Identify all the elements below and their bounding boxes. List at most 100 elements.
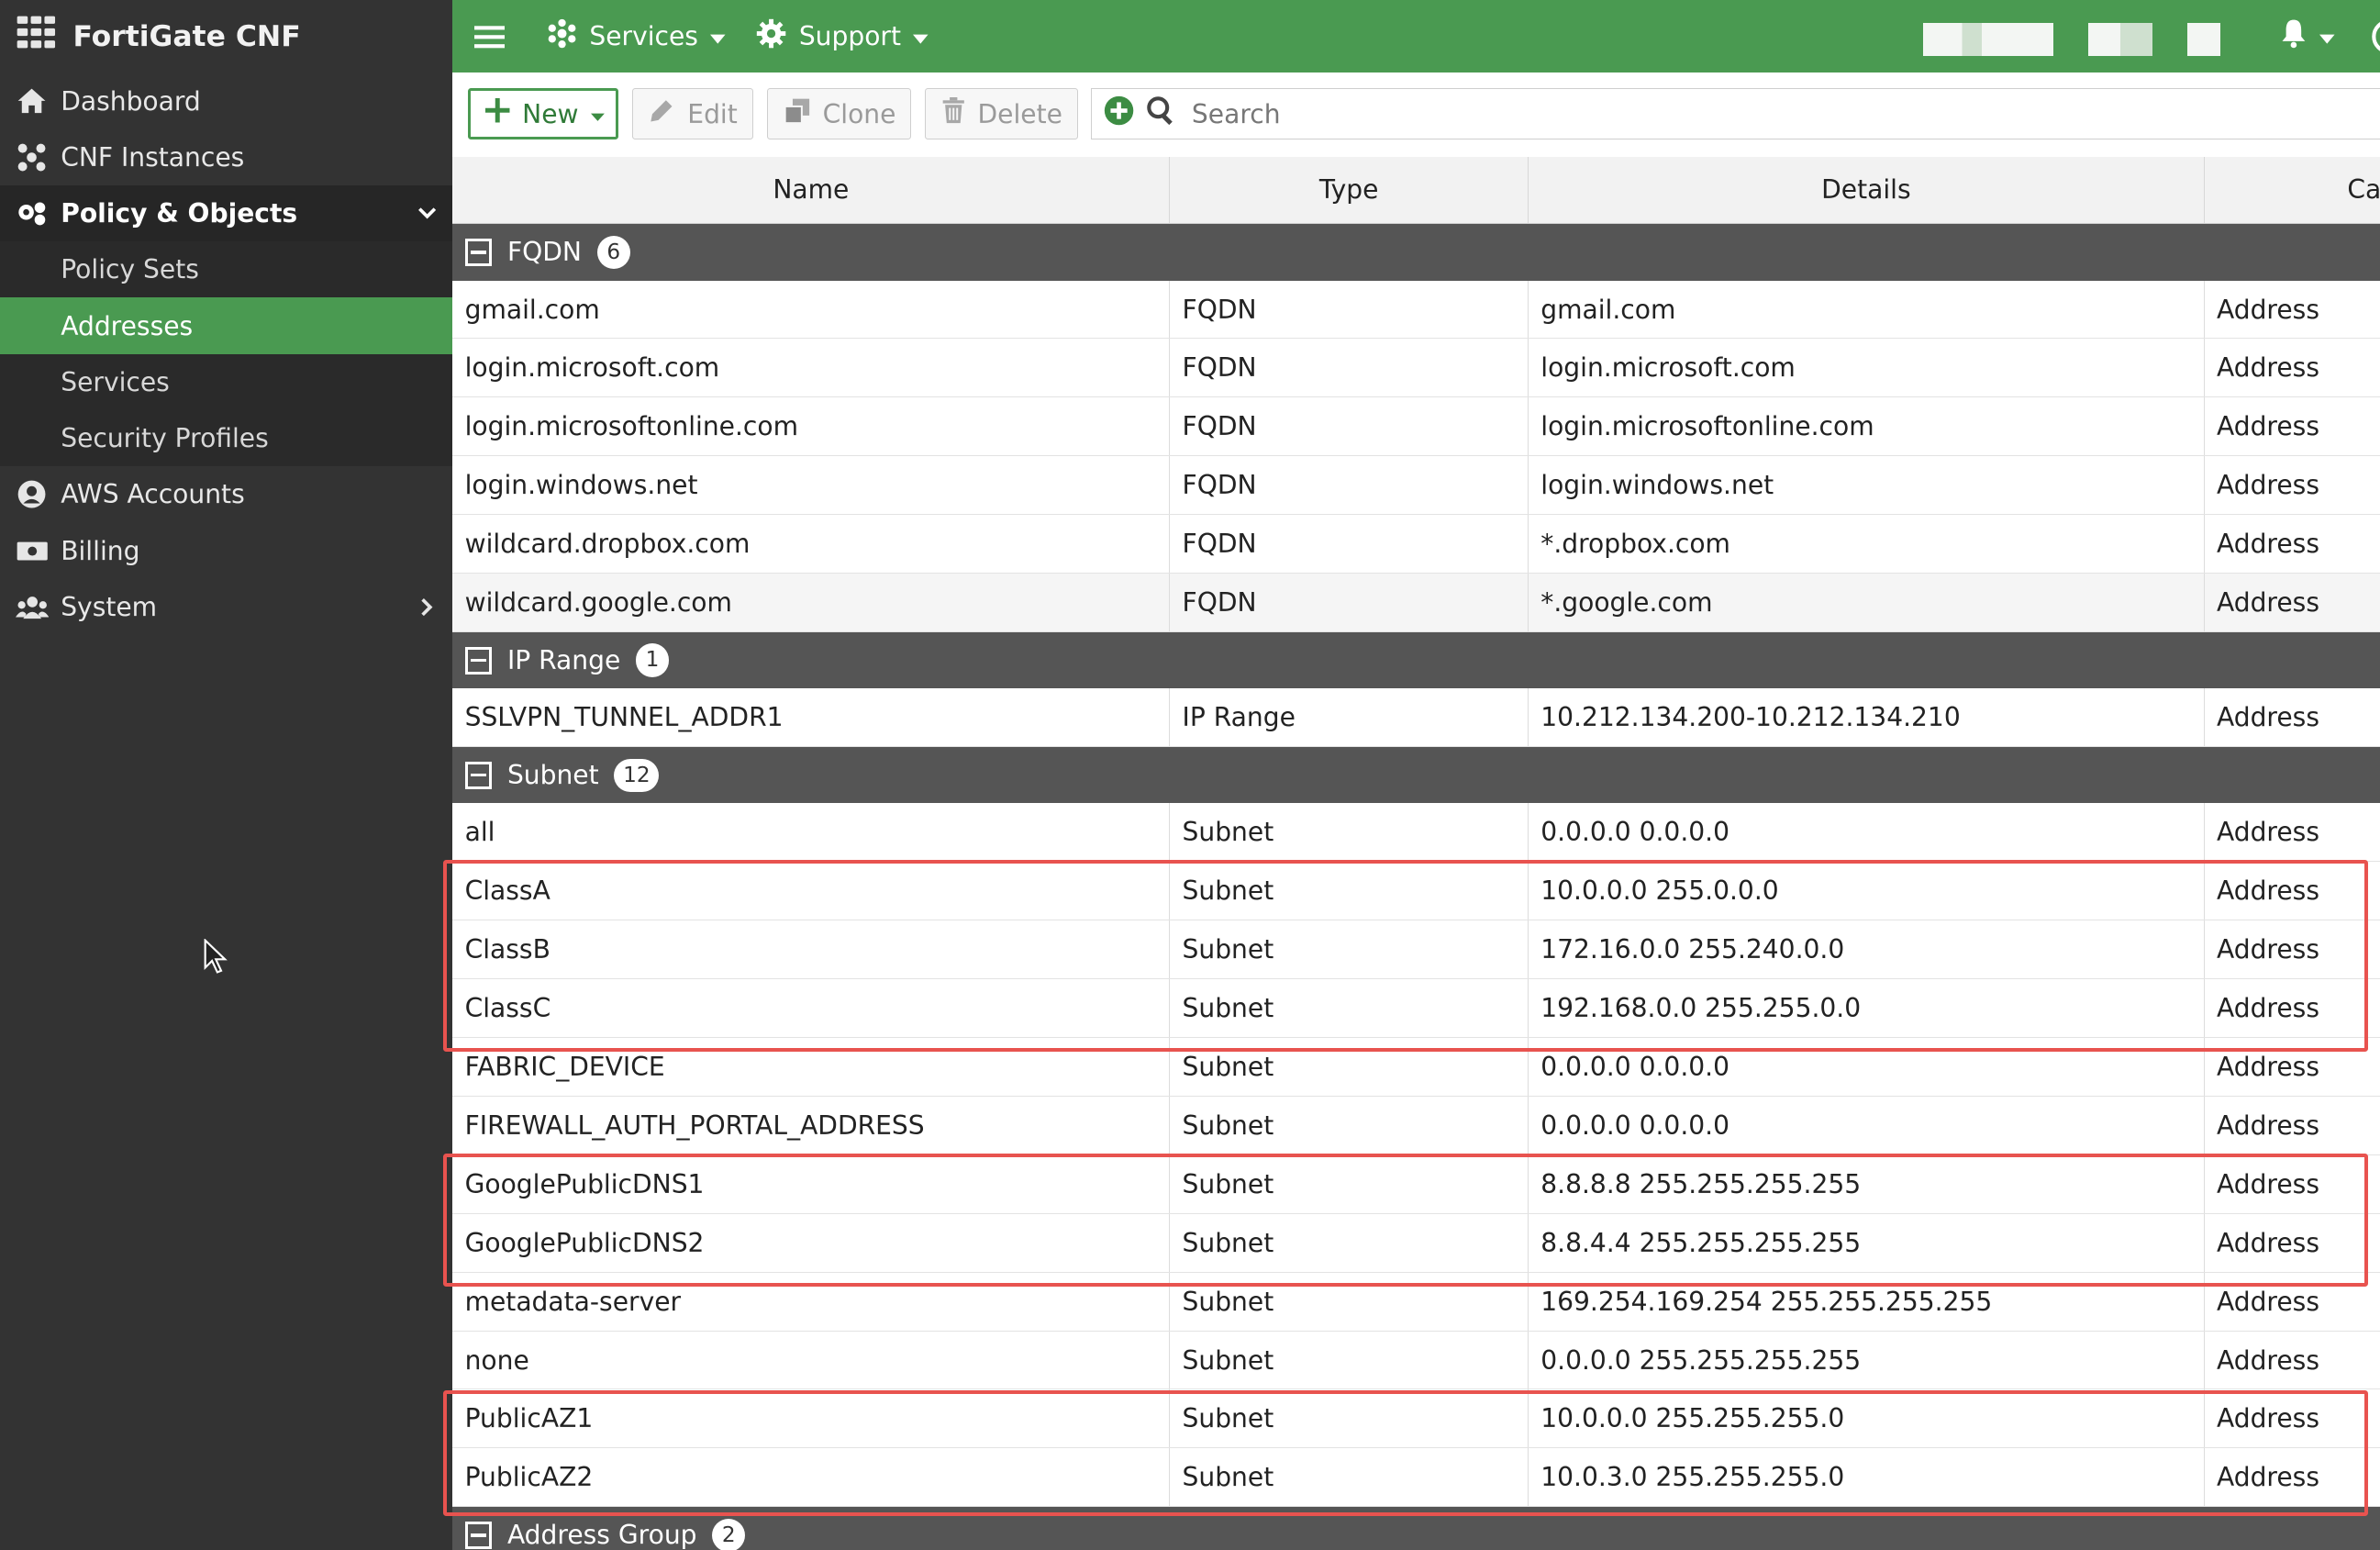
delete-button[interactable]: Delete (925, 88, 1079, 140)
table-row[interactable]: SSLVPN_TUNNEL_ADDR1 IP Range 10.212.134.20… (452, 688, 2380, 748)
cell-type: Subnet (1169, 861, 1529, 921)
table-row[interactable]: ClassA Subnet 10.0.0.0 255.0.0.0 Address (452, 861, 2380, 921)
cell-details: *.dropbox.com (1528, 514, 2205, 574)
edit-button[interactable]: Edit (631, 88, 754, 140)
cell-type: FQDN (1169, 455, 1529, 516)
cell-category: Address (2204, 573, 2380, 633)
sidebar-subitem-policy-sets[interactable]: Policy Sets (0, 241, 453, 298)
table-row[interactable]: wildcard.dropbox.com FQDN *.dropbox.com Add… (452, 514, 2380, 574)
cell-details: gmail.com (1528, 280, 2205, 340)
clone-button-label: Clone (822, 98, 896, 129)
sidebar-item-aws-accounts[interactable]: AWS Accounts (0, 466, 452, 522)
cell-type: Subnet (1169, 978, 1529, 1039)
cell-category: Address (2204, 978, 2380, 1039)
user-circle-icon (16, 478, 49, 511)
cell-details: 10.0.3.0 255.255.255.0 (1528, 1447, 2205, 1508)
cell-details: 0.0.0.0 0.0.0.0 (1528, 1037, 2205, 1097)
sidebar-item-policy-objects[interactable]: Policy & Objects (0, 184, 453, 242)
cell-type: FQDN (1169, 396, 1529, 457)
cell-category: Address (2204, 1331, 2380, 1390)
collapse-icon[interactable] (464, 761, 493, 789)
column-header-category[interactable]: Ca (2204, 156, 2380, 225)
sidebar-item-dashboard[interactable]: Dashboard (0, 72, 452, 128)
table-row[interactable]: none Subnet 0.0.0.0 255.255.255.255 Address (452, 1331, 2380, 1390)
services-menu[interactable]: Services (547, 0, 726, 72)
users-icon (15, 590, 49, 623)
column-header-name[interactable]: Name (452, 156, 1171, 225)
sidebar-item-label: Policy & Objects (61, 198, 298, 229)
hamburger-menu-button[interactable] (473, 0, 505, 72)
cell-name: login.windows.net (452, 455, 1171, 516)
search-bar (1090, 88, 2380, 140)
sidebar-subitem-addresses[interactable]: Addresses (0, 297, 453, 354)
table-row[interactable]: wildcard.google.com FQDN *.google.com Addre… (452, 573, 2380, 633)
group-row-ip-range[interactable]: IP Range 1 (452, 631, 2380, 689)
cell-name: PublicAZ2 (452, 1447, 1171, 1508)
count-badge: 1 (635, 643, 670, 677)
sidebar-item-billing[interactable]: Billing (0, 522, 452, 578)
brand[interactable]: FortiGate CNF (0, 0, 452, 72)
group-row-fqdn[interactable]: FQDN 6 (452, 223, 2380, 281)
cell-name: PublicAZ1 (452, 1388, 1171, 1449)
table-row[interactable]: gmail.com FQDN gmail.com Address (452, 280, 2380, 340)
sidebar-item-cnf-instances[interactable]: CNF Instances (0, 129, 452, 185)
table-row[interactable]: all Subnet 0.0.0.0 0.0.0.0 Address (452, 803, 2380, 863)
cell-details: 0.0.0.0 255.255.255.255 (1528, 1331, 2205, 1390)
search-input[interactable] (1188, 97, 2107, 131)
new-button[interactable]: New (467, 88, 618, 140)
table-row[interactable]: login.windows.net FQDN login.windows.net Ad… (452, 455, 2380, 516)
table-row[interactable]: GooglePublicDNS2 Subnet 8.8.4.4 255.255.25… (452, 1213, 2380, 1273)
support-menu[interactable]: Support (756, 0, 929, 72)
sidebar-item-label: AWS Accounts (61, 479, 245, 510)
caret-down-icon (2319, 21, 2335, 51)
delete-button-label: Delete (977, 98, 1062, 129)
app-grid-icon (16, 15, 58, 58)
cell-category: Address (2204, 1447, 2380, 1508)
support-menu-label: Support (798, 21, 901, 52)
clone-button[interactable]: Clone (767, 88, 912, 140)
table-row[interactable]: login.microsoftonline.com FQDN login.micro… (452, 396, 2380, 457)
caret-down-icon (913, 21, 929, 51)
cell-category: Address (2204, 861, 2380, 921)
sidebar-subitem-services[interactable]: Services (0, 353, 453, 410)
cell-details: 0.0.0.0 0.0.0.0 (1528, 1096, 2205, 1155)
bell-icon (2280, 18, 2308, 55)
cell-details: 192.168.0.0 255.255.0.0 (1528, 978, 2205, 1039)
notifications-button[interactable] (2280, 0, 2335, 72)
table-row[interactable]: ClassB Subnet 172.16.0.0 255.240.0.0 Addres… (452, 920, 2380, 980)
table-row[interactable]: GooglePublicDNS1 Subnet 8.8.8.8 255.255.25… (452, 1154, 2380, 1214)
table-row[interactable]: metadata-server Subnet 169.254.169.254 255… (452, 1272, 2380, 1332)
cell-type: Subnet (1169, 1096, 1529, 1155)
cell-name: wildcard.google.com (452, 573, 1171, 633)
column-header-details[interactable]: Details (1528, 156, 2205, 225)
cell-name: SSLVPN_TUNNEL_ADDR1 (452, 688, 1171, 748)
column-header-type[interactable]: Type (1169, 156, 1529, 225)
cell-category: Address (2204, 1213, 2380, 1273)
cell-name: gmail.com (452, 280, 1171, 340)
collapse-icon[interactable] (464, 1522, 493, 1549)
group-label: Address Group (506, 1520, 697, 1550)
cell-type: Subnet (1169, 920, 1529, 980)
collapse-icon[interactable] (464, 646, 493, 675)
table-row[interactable]: ClassC Subnet 192.168.0.0 255.255.0.0 Addre… (452, 978, 2380, 1039)
table-row[interactable]: FABRIC_DEVICE Subnet 0.0.0.0 0.0.0.0 Addres… (452, 1037, 2380, 1097)
table-row[interactable]: PublicAZ2 Subnet 10.0.3.0 255.255.255.0 Add… (452, 1447, 2380, 1508)
table-row[interactable]: PublicAZ1 Subnet 10.0.0.0 255.255.255.0 Add… (452, 1388, 2380, 1449)
plus-icon (485, 98, 510, 128)
collapse-icon[interactable] (464, 239, 493, 266)
cell-name: none (452, 1331, 1171, 1390)
cell-details: 172.16.0.0 255.240.0.0 (1528, 920, 2205, 980)
cell-type: Subnet (1169, 1331, 1529, 1390)
redacted-block (2088, 22, 2152, 57)
cell-name: ClassA (452, 861, 1171, 921)
table-row[interactable]: FIREWALL_AUTH_PORTAL_ADDRESS Subnet 0.0.0.… (452, 1096, 2380, 1155)
group-row-address-group[interactable]: Address Group 2 (452, 1506, 2380, 1550)
group-row-subnet[interactable]: Subnet 12 (452, 746, 2380, 804)
user-avatar[interactable] (2371, 0, 2380, 72)
add-filter-icon[interactable] (1104, 95, 1134, 132)
table-row[interactable]: login.microsoft.com FQDN login.microsoft.c… (452, 338, 2380, 398)
sidebar-item-label: CNF Instances (61, 141, 245, 173)
sidebar-item-system[interactable]: System (0, 579, 452, 635)
sidebar-subitem-security-profiles[interactable]: Security Profiles (0, 409, 453, 467)
cell-type: Subnet (1169, 1447, 1529, 1508)
